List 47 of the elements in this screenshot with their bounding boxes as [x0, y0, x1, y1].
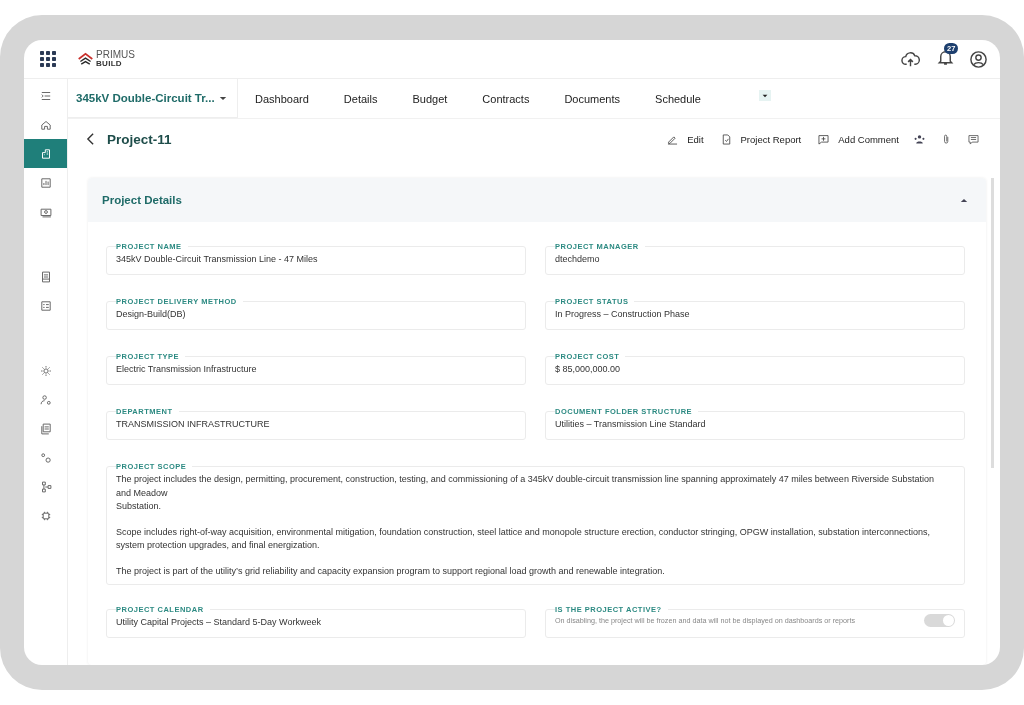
- logo-name: PRIMUS: [96, 50, 135, 60]
- scrollbar[interactable]: [991, 178, 994, 468]
- tab[interactable]: Contracts: [482, 92, 530, 105]
- chart-icon: [38, 175, 53, 190]
- logo-subtitle: BUILD: [96, 60, 123, 68]
- tab[interactable]: Dashboard: [255, 92, 309, 105]
- users-icon: [38, 392, 53, 407]
- message-icon[interactable]: [967, 132, 980, 146]
- checklist-icon: [38, 298, 53, 313]
- cloud-upload-icon[interactable]: [901, 49, 920, 69]
- section-title: Project Details: [102, 194, 182, 206]
- apps-grid-icon[interactable]: [40, 51, 56, 67]
- back-icon[interactable]: [86, 132, 95, 146]
- caret-icon: [219, 95, 227, 101]
- field-value: 345kV Double-Circuit Transmission Line - 47 Miles: [116, 253, 318, 264]
- field-value: In Progress – Construction Phase: [555, 308, 690, 319]
- action-button[interactable]: Edit: [666, 132, 704, 146]
- comment-icon: [817, 132, 831, 146]
- scope-paragraph: The project includes the design, permitting, procurement, construction, testing, and commissioning of a 345kV double-circuit transmission line spanning approximately 47 miles between Riverside Substation and Meadow Substation.: [116, 473, 935, 513]
- field-value: Electric Transmission Infrastructure: [116, 363, 257, 374]
- field-value: Utility Capital Projects – Standard 5-Day Workweek: [116, 616, 321, 627]
- field-value: Design-Build(DB): [116, 308, 186, 319]
- cogs-icon: [38, 450, 53, 465]
- tab[interactable]: Documents: [564, 92, 621, 105]
- logo-icon: [77, 52, 94, 66]
- project-selector[interactable]: 345kV Double-Circuit Tr...: [68, 79, 238, 118]
- action-button[interactable]: Project Report: [719, 132, 802, 146]
- page-title: Project-11: [107, 131, 172, 147]
- more-tabs-button[interactable]: [758, 90, 771, 101]
- gear-icon: [38, 363, 53, 378]
- team-icon[interactable]: [913, 132, 926, 146]
- field-value: $ 85,000,000.00: [555, 363, 621, 374]
- field-value: dtechdemo: [555, 253, 600, 264]
- scope-paragraph: The project is part of the utility’s grid reliability and capacity expansion program to support regional load growth and renewable integration.: [116, 564, 666, 578]
- collapse-caret-icon: [960, 197, 968, 203]
- user-avatar-icon[interactable]: [969, 49, 988, 69]
- tab[interactable]: Budget: [412, 92, 448, 105]
- field-value: Utilities – Transmission Line Standard: [555, 418, 706, 429]
- action-button[interactable]: Add Comment: [817, 132, 899, 146]
- tab[interactable]: Schedule: [655, 92, 701, 105]
- sidebar-item[interactable]: [24, 139, 67, 168]
- scope-paragraph: Scope includes right-of-way acquisition, environmental mitigation, foundation construction, steel lattice and monopole structure erection, conductor stringing, OPGW installation, substation interconnections, system protection upgrades, and final energization.: [116, 525, 931, 552]
- tab[interactable]: Details: [343, 92, 378, 105]
- caret-icon: [761, 93, 768, 98]
- documents-icon: [38, 421, 53, 436]
- section-header[interactable]: Project Details: [88, 178, 986, 222]
- field-value: TRANSMISSION INFRASTRUCTURE: [116, 418, 270, 429]
